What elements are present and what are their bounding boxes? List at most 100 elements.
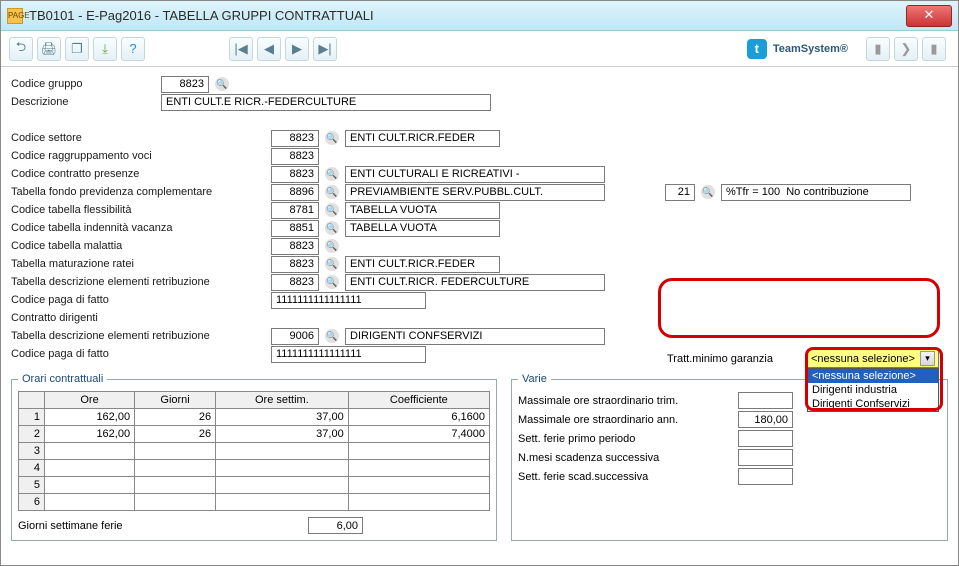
table-cell[interactable] — [45, 494, 135, 511]
lookup-icon[interactable]: 🔍 — [325, 185, 339, 199]
dropdown-option[interactable]: Dirigenti Confservizi — [808, 397, 938, 411]
lookup-icon[interactable]: 🔍 — [325, 275, 339, 289]
code-input[interactable] — [271, 238, 319, 255]
varie-input[interactable] — [738, 430, 793, 447]
table-cell[interactable] — [135, 443, 216, 460]
lookup-icon[interactable]: 🔍 — [325, 167, 339, 181]
codice-gruppo-label: Codice gruppo — [11, 78, 161, 90]
table-cell[interactable] — [216, 494, 349, 511]
gsf-input[interactable] — [308, 517, 363, 534]
code-input[interactable] — [271, 184, 319, 201]
tratt-dropdown-list[interactable]: <nessuna selezione>Dirigenti industriaDi… — [807, 368, 939, 412]
varie-input[interactable] — [738, 449, 793, 466]
table-cell[interactable] — [135, 494, 216, 511]
table-cell[interactable]: 6,1600 — [348, 409, 489, 426]
field-label: Codice tabella indennità vacanza — [11, 222, 271, 234]
nav-next-icon[interactable]: ▶ — [285, 37, 309, 61]
forward-icon[interactable]: ❯ — [894, 37, 918, 61]
codice-gruppo-input[interactable] — [161, 76, 209, 93]
desc-input[interactable] — [345, 166, 605, 183]
brand-mark: ® — [840, 43, 848, 55]
descrizione-label: Descrizione — [11, 96, 161, 108]
code-input[interactable] — [271, 202, 319, 219]
extra-code-input[interactable] — [665, 184, 695, 201]
lookup-icon[interactable]: 🔍 — [325, 257, 339, 271]
dropdown-option[interactable]: Dirigenti industria — [808, 383, 938, 397]
desc-input[interactable] — [345, 202, 500, 219]
chevron-down-icon[interactable]: ▾ — [920, 351, 935, 366]
layers-icon[interactable]: ❐ — [65, 37, 89, 61]
back-icon[interactable]: ⮌ — [9, 37, 33, 61]
field-label: Codice tabella malattia — [11, 240, 271, 252]
lookup-icon[interactable]: 🔍 — [325, 203, 339, 217]
varie-input[interactable] — [738, 468, 793, 485]
varie-label: Sett. ferie primo periodo — [518, 433, 738, 445]
desc-input[interactable] — [345, 220, 500, 237]
nav-prev-icon[interactable]: ◀ — [257, 37, 281, 61]
export-icon[interactable]: ⤓ — [93, 37, 117, 61]
lookup-icon[interactable]: 🔍 — [325, 239, 339, 253]
table-cell[interactable] — [216, 460, 349, 477]
lookup-icon[interactable]: 🔍 — [215, 77, 229, 91]
desc-input[interactable] — [345, 184, 605, 201]
table-cell[interactable] — [135, 460, 216, 477]
varie-label: Sett. ferie scad.successiva — [518, 471, 738, 483]
table-cell[interactable]: 37,00 — [216, 409, 349, 426]
table-cell[interactable]: 26 — [135, 409, 216, 426]
toolbar: ⮌ 🖨 ❐ ⤓ ? |◀ ◀ ▶ ▶| t TeamSystem® ▮ ❯ ▮ — [1, 31, 958, 67]
code-input[interactable] — [271, 130, 319, 147]
code-input[interactable] — [271, 220, 319, 237]
dropdown-option[interactable]: <nessuna selezione> — [808, 369, 938, 383]
extra-desc-input[interactable] — [721, 184, 911, 201]
table-cell[interactable] — [216, 443, 349, 460]
descrizione-input[interactable] — [161, 94, 491, 111]
code-input[interactable] — [271, 328, 319, 345]
print-icon[interactable]: 🖨 — [37, 37, 61, 61]
row-header: 5 — [19, 477, 45, 494]
brand: t TeamSystem® — [747, 39, 848, 59]
app-icon: PAGE — [7, 8, 23, 24]
desc-input[interactable] — [345, 274, 605, 291]
table-cell[interactable] — [45, 443, 135, 460]
table-cell[interactable]: 7,4000 — [348, 426, 489, 443]
table-header: Giorni — [135, 392, 216, 409]
table-cell[interactable]: 162,00 — [45, 426, 135, 443]
varie-legend: Varie — [518, 373, 551, 385]
help-icon[interactable]: ? — [121, 37, 145, 61]
varie-input[interactable] — [738, 411, 793, 428]
table-cell[interactable]: 162,00 — [45, 409, 135, 426]
nav-last-icon[interactable]: ▶| — [313, 37, 337, 61]
lookup-icon[interactable]: 🔍 — [325, 221, 339, 235]
desc-input[interactable] — [345, 256, 500, 273]
doc-icon[interactable]: ▮ — [866, 37, 890, 61]
desc-input[interactable] — [345, 328, 605, 345]
table-cell[interactable] — [348, 443, 489, 460]
desc-input[interactable] — [345, 130, 500, 147]
lookup-icon[interactable]: 🔍 — [701, 185, 715, 199]
table-cell[interactable] — [45, 477, 135, 494]
nav-first-icon[interactable]: |◀ — [229, 37, 253, 61]
tratt-dropdown[interactable]: <nessuna selezione> ▾ — [807, 349, 939, 368]
lookup-icon[interactable]: 🔍 — [325, 329, 339, 343]
code-input[interactable] — [271, 256, 319, 273]
table-cell[interactable] — [348, 477, 489, 494]
table-cell[interactable] — [45, 460, 135, 477]
table-cell[interactable]: 37,00 — [216, 426, 349, 443]
row-header: 3 — [19, 443, 45, 460]
varie-input[interactable] — [738, 392, 793, 409]
code-input[interactable] — [271, 166, 319, 183]
table-cell[interactable] — [135, 477, 216, 494]
code-input[interactable] — [271, 274, 319, 291]
close-button[interactable]: ✕ — [906, 5, 952, 27]
folder-icon[interactable]: ▮ — [922, 37, 946, 61]
row-header: 2 — [19, 426, 45, 443]
table-cell[interactable] — [216, 477, 349, 494]
table-cell[interactable] — [348, 460, 489, 477]
lookup-icon[interactable]: 🔍 — [325, 131, 339, 145]
code-input[interactable] — [271, 148, 319, 165]
window-title: TB0101 - E-Pag2016 - TABELLA GRUPPI CONT… — [29, 8, 906, 23]
codice-paga2-input[interactable] — [271, 346, 426, 363]
table-cell[interactable]: 26 — [135, 426, 216, 443]
codice-paga-input[interactable] — [271, 292, 426, 309]
table-cell[interactable] — [348, 494, 489, 511]
